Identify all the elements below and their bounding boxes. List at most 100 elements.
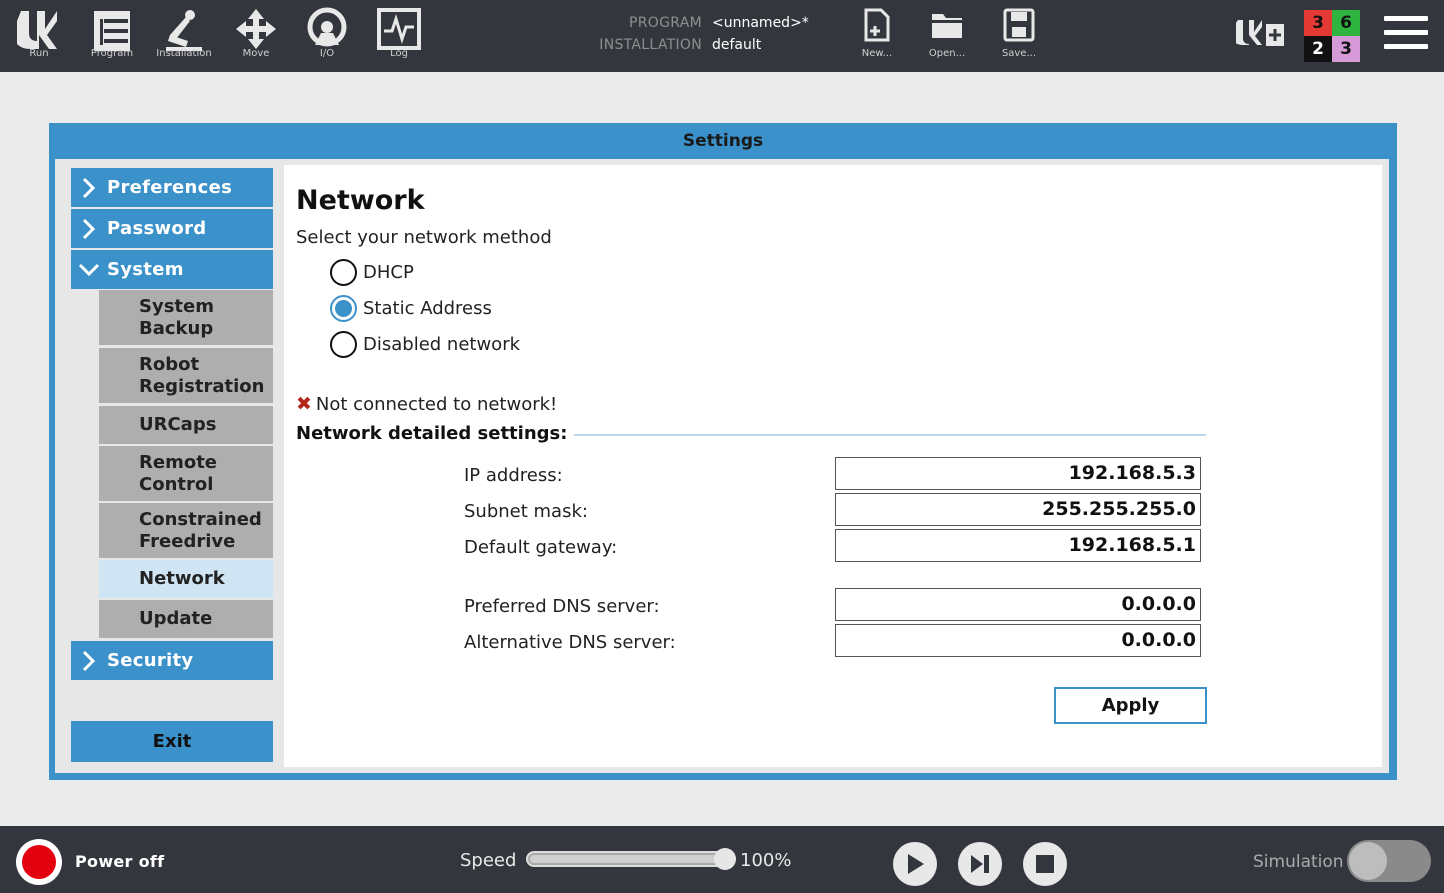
tab-installation-label: Installation [156, 48, 212, 59]
simulation-label: Simulation [1253, 852, 1344, 872]
nav-update[interactable]: Update [99, 600, 273, 638]
nav-password[interactable]: Password [71, 209, 273, 248]
preferred-dns-field[interactable]: 0.0.0.0 [835, 588, 1201, 621]
connection-status: ✖ Not connected to network! [296, 393, 557, 415]
installation-icon [162, 4, 206, 54]
chevron-down-icon [71, 263, 107, 277]
nav-security[interactable]: Security [71, 641, 273, 680]
nav-system-label: System [107, 259, 184, 280]
play-button[interactable] [893, 842, 937, 886]
step-icon [971, 855, 989, 873]
tab-log-label: Log [390, 48, 408, 59]
tab-program-label: Program [90, 48, 134, 59]
program-info: PROGRAM <unnamed>* INSTALLATION default [596, 12, 809, 56]
counter-pink: 3 [1332, 36, 1360, 62]
new-file-icon [864, 8, 890, 42]
program-icon [90, 4, 134, 54]
nav-preferences[interactable]: Preferences [71, 168, 273, 207]
radio-circle [330, 259, 357, 286]
bottom-bar: Power off Speed 100% Simulation [0, 826, 1444, 893]
program-name: <unnamed>* [712, 15, 809, 31]
radio-dhcp-label: DHCP [363, 262, 414, 283]
subnet-mask-field[interactable]: 255.255.255.0 [835, 493, 1201, 526]
page-title: Network [296, 185, 425, 216]
preferred-dns-label: Preferred DNS server: [464, 596, 660, 617]
power-icon[interactable] [16, 839, 62, 885]
tab-move-label: Move [242, 48, 270, 59]
settings-dialog: Settings Preferences Password System Sys… [49, 123, 1397, 780]
apply-button[interactable]: Apply [1054, 687, 1207, 724]
nav-item-line: Robot [139, 353, 200, 375]
nav-preferences-label: Preferences [107, 177, 233, 198]
dialog-body: Preferences Password System System Backup… [55, 159, 1389, 773]
default-gateway-field[interactable]: 192.168.5.1 [835, 529, 1201, 562]
io-icon [305, 4, 349, 54]
move-icon [234, 4, 278, 54]
nav-item-line: System [139, 295, 214, 317]
program-key: PROGRAM [629, 15, 702, 31]
speed-value: 100% [740, 850, 792, 871]
error-x-icon: ✖ [296, 393, 312, 415]
nav-constrained-freedrive[interactable]: Constrained Freedrive [99, 503, 273, 558]
power-status-label[interactable]: Power off [75, 852, 164, 871]
ip-address-label: IP address: [464, 465, 563, 486]
tab-io-label: I/O [319, 48, 335, 59]
chevron-right-icon [71, 218, 107, 240]
radio-disabled-network[interactable]: Disabled network [330, 331, 520, 358]
alternative-dns-field[interactable]: 0.0.0.0 [835, 624, 1201, 657]
nav-security-label: Security [107, 650, 194, 671]
urplus-icon[interactable] [1230, 18, 1286, 52]
simulation-toggle[interactable] [1347, 840, 1431, 882]
status-counters[interactable]: 3 6 2 3 [1304, 10, 1360, 62]
speed-label: Speed [460, 850, 517, 871]
nav-item-line: Registration [139, 375, 265, 397]
save-button[interactable]: Save... [994, 8, 1044, 59]
save-label: Save... [1001, 48, 1037, 59]
radio-dhcp[interactable]: DHCP [330, 259, 414, 286]
subnet-mask-label: Subnet mask: [464, 501, 588, 522]
ur-logo-icon [17, 4, 61, 54]
alternative-dns-label: Alternative DNS server: [464, 632, 676, 653]
nav-item-line: Remote [139, 451, 218, 473]
tab-run[interactable]: Run [16, 4, 62, 70]
new-button[interactable]: New... [852, 8, 902, 59]
dialog-title: Settings [682, 131, 764, 151]
open-button[interactable]: Open... [922, 8, 972, 59]
speed-slider[interactable] [526, 848, 736, 870]
ip-address-field[interactable]: 192.168.5.3 [835, 457, 1201, 490]
counter-red: 3 [1304, 10, 1332, 36]
nav-item-line: Constrained [139, 508, 262, 530]
installation-name: default [712, 37, 762, 53]
nav-remote-control[interactable]: Remote Control [99, 446, 273, 501]
tab-log[interactable]: Log [374, 4, 424, 70]
tab-installation[interactable]: Installation [152, 4, 216, 70]
speed-slider-handle[interactable] [714, 848, 736, 870]
open-label: Open... [928, 48, 966, 59]
tab-io[interactable]: I/O [304, 4, 350, 70]
radio-disabled-label: Disabled network [363, 334, 521, 355]
chevron-right-icon [71, 650, 107, 672]
step-button[interactable] [958, 842, 1002, 886]
tab-program[interactable]: Program [86, 4, 138, 70]
nav-robot-registration[interactable]: Robot Registration [99, 348, 273, 403]
nav-item-line: URCaps [139, 414, 217, 435]
top-toolbar: Run Program Installation Move I/O Log PR… [0, 0, 1444, 72]
exit-button[interactable]: Exit [71, 721, 273, 762]
stop-icon [1036, 855, 1054, 873]
nav-system[interactable]: System [71, 250, 273, 289]
nav-urcaps[interactable]: URCaps [99, 406, 273, 444]
tab-move[interactable]: Move [232, 4, 280, 70]
play-icon [908, 854, 924, 874]
hamburger-menu-icon[interactable] [1384, 16, 1428, 54]
radio-static-address[interactable]: Static Address [330, 295, 492, 322]
nav-system-backup[interactable]: System Backup [99, 290, 273, 345]
new-label: New... [861, 48, 893, 59]
nav-network[interactable]: Network [99, 560, 273, 598]
nav-item-line: Backup [139, 317, 214, 339]
installation-key: INSTALLATION [599, 37, 702, 53]
default-gateway-label: Default gateway: [464, 537, 618, 558]
nav-password-label: Password [107, 218, 207, 239]
speed-slider-fill [530, 855, 730, 863]
network-panel: Network Select your network method DHCP … [284, 165, 1382, 767]
stop-button[interactable] [1023, 842, 1067, 886]
